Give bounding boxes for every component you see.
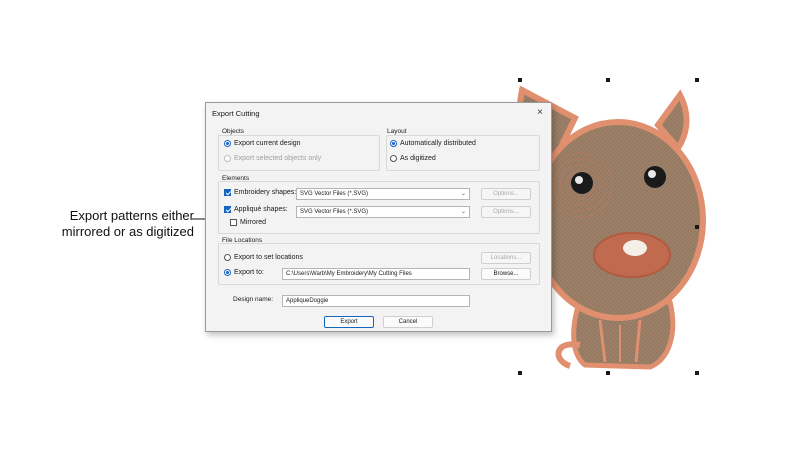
- selection-handle[interactable]: [518, 78, 522, 82]
- export-to-radio[interactable]: Export to:: [224, 269, 264, 276]
- export-cutting-dialog: Export Cutting × Objects Export current …: [205, 102, 552, 332]
- selection-handle[interactable]: [695, 371, 699, 375]
- mirrored-label: Mirrored: [240, 219, 267, 226]
- export-to-label: Export to:: [234, 269, 264, 276]
- elements-group-label: Elements: [222, 175, 250, 182]
- automatically-distributed-label: Automatically distributed: [400, 140, 476, 147]
- export-current-design-radio[interactable]: Export current design: [224, 140, 301, 147]
- checkbox-icon: [224, 206, 231, 213]
- checkbox-icon: [224, 189, 231, 196]
- close-icon[interactable]: ×: [533, 106, 547, 120]
- mirrored-checkbox[interactable]: Mirrored: [230, 219, 266, 226]
- export-current-design-label: Export current design: [234, 140, 301, 147]
- embroidery-shapes-select[interactable]: SVG Vector Files (*.SVG) ⌄: [296, 188, 470, 200]
- locations-button[interactable]: Locations...: [481, 252, 531, 264]
- dialog-title: Export Cutting: [212, 109, 260, 118]
- radio-icon: [224, 254, 231, 261]
- callout-text: Export patterns either mirrored or as di…: [61, 208, 194, 239]
- selection-handle[interactable]: [606, 78, 610, 82]
- applique-options-button[interactable]: Options...: [481, 206, 531, 218]
- design-name-label: Design name:: [233, 296, 274, 303]
- radio-icon: [390, 155, 397, 162]
- radio-icon: [224, 155, 231, 162]
- automatically-distributed-radio[interactable]: Automatically distributed: [390, 140, 476, 147]
- applique-shapes-value: SVG Vector Files (*.SVG): [300, 209, 369, 215]
- chevron-down-icon: ⌄: [460, 191, 466, 197]
- export-selected-objects-radio[interactable]: Export selected objects only: [224, 155, 321, 162]
- applique-shapes-label: Appliqué shapes:: [234, 206, 288, 213]
- layout-group-label: Layout: [387, 128, 407, 135]
- selection-handle[interactable]: [695, 78, 699, 82]
- file-locations-group-label: File Locations: [222, 237, 263, 244]
- radio-icon: [224, 269, 231, 276]
- applique-shapes-select[interactable]: SVG Vector Files (*.SVG) ⌄: [296, 206, 470, 218]
- dialog-titlebar[interactable]: Export Cutting ×: [206, 103, 551, 123]
- chevron-down-icon: ⌄: [460, 209, 466, 215]
- embroidery-shapes-label: Embroidery shapes:: [234, 189, 297, 196]
- export-path-field[interactable]: C:\Users\Warb\My Embroidery\My Cutting F…: [282, 268, 470, 280]
- export-button[interactable]: Export: [324, 316, 374, 328]
- embroidery-shapes-checkbox[interactable]: Embroidery shapes:: [224, 189, 296, 196]
- applique-shapes-checkbox[interactable]: Appliqué shapes:: [224, 206, 288, 213]
- selection-handle[interactable]: [695, 225, 699, 229]
- radio-icon: [390, 140, 397, 147]
- browse-button[interactable]: Browse...: [481, 268, 531, 280]
- export-to-set-locations-radio[interactable]: Export to set locations: [224, 254, 303, 261]
- cancel-button[interactable]: Cancel: [383, 316, 433, 328]
- embroidery-options-button[interactable]: Options...: [481, 188, 531, 200]
- export-to-set-locations-label: Export to set locations: [234, 254, 303, 261]
- radio-icon: [224, 140, 231, 147]
- selection-handle[interactable]: [518, 371, 522, 375]
- embroidery-shapes-value: SVG Vector Files (*.SVG): [300, 191, 369, 197]
- selection-handle[interactable]: [606, 371, 610, 375]
- as-digitized-radio[interactable]: As digitized: [390, 155, 436, 162]
- design-name-field[interactable]: AppliqueDoggie: [282, 295, 470, 307]
- checkbox-icon: [230, 219, 237, 226]
- export-selected-objects-label: Export selected objects only: [234, 155, 322, 162]
- as-digitized-label: As digitized: [400, 155, 436, 162]
- objects-group-label: Objects: [222, 128, 245, 135]
